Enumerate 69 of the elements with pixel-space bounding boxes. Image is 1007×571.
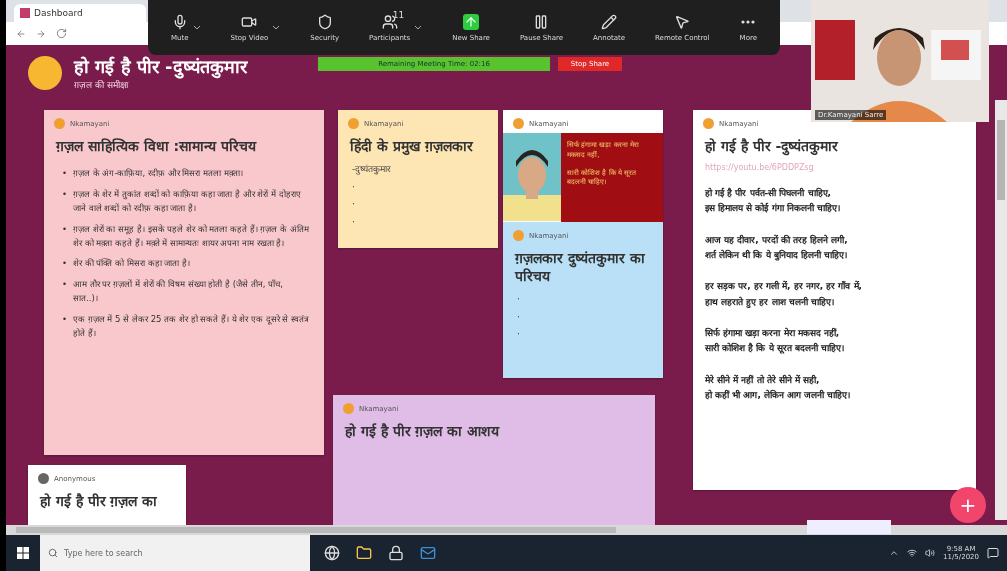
forward-icon[interactable]: [36, 28, 46, 39]
reload-icon[interactable]: [56, 28, 67, 39]
poem-stanza: मेरे सीने में नहीं तो तेरे सीने में सही, हो कहीं भी आग, लेकिन आग जलनी चाहिए।: [704, 373, 852, 402]
post-line: ·: [516, 310, 521, 324]
avatar-icon: [703, 118, 714, 129]
scrollbar-thumb[interactable]: [997, 120, 1005, 200]
post-line: ·: [516, 328, 521, 342]
post-line: ·: [351, 198, 356, 212]
shield-icon: [316, 13, 333, 30]
search-icon: [48, 548, 58, 558]
post-title: हो गई है पीर ग़ज़ल का आशय: [343, 422, 501, 441]
windows-icon[interactable]: [17, 547, 29, 559]
pencil-icon: [601, 13, 617, 30]
post-title: हिंदी के प्रमुख ग़ज़लकार: [348, 137, 475, 157]
lock-icon[interactable]: [388, 545, 404, 561]
bullet-marker: •: [62, 277, 67, 291]
speaker-icon[interactable]: [925, 548, 936, 558]
more-icon: [741, 19, 756, 24]
post-title: हो गई है पीर ग़ज़ल का: [38, 492, 159, 511]
browser-tab[interactable]: Dashboard: [14, 4, 146, 22]
board-title: हो गई है पीर -दुष्यंतकुमार: [74, 55, 247, 78]
bullet-marker: •: [62, 312, 67, 326]
mail-icon[interactable]: [420, 545, 436, 561]
post-line: ·: [351, 215, 356, 229]
emoji-icon: [28, 55, 62, 90]
search-field[interactable]: Type here to search: [40, 535, 310, 571]
avatar-icon: [54, 118, 65, 129]
post-line: -दुष्यंतकुमार: [351, 163, 393, 177]
post-bullet: शेर की पंक्ति को मिसरा कहा जाता है।: [73, 257, 190, 271]
pointer-icon: [674, 13, 691, 30]
post-card[interactable]: [44, 110, 324, 455]
scrollbar-thumb[interactable]: [16, 527, 616, 533]
poem-stanza: हर सड़क पर, हर गली में, हर नगर, हर गाँव में, हाथ लहराते हुए हर लाश चलनी चाहिए।: [704, 279, 863, 310]
board-subtitle: ग़ज़ल की समीक्षा: [74, 79, 130, 91]
back-icon[interactable]: [16, 28, 26, 39]
caret-icon[interactable]: [192, 24, 201, 31]
post-bullet: ग़ज़ल शेरों का समूह है। इसके पहले शेर को मतला कहते हैं। ग़ज़ल के अंतिम शेर को मक़्ता कहते हैं। मक़्ते में सामान्यतः शायर अपना नाम रखता है।: [73, 222, 310, 250]
post-bullet: एक ग़ज़ल में 5 से लेकर 25 तक शेर हो सकते हैं। ये शेर एक दूसरे से स्वतंत्र होते हैं।: [73, 312, 310, 341]
bullet-marker: •: [62, 167, 67, 181]
folder-icon[interactable]: [356, 545, 372, 561]
globe-icon[interactable]: [324, 545, 340, 561]
avatar-icon: [348, 118, 359, 129]
wifi-icon[interactable]: [907, 548, 918, 558]
bullet-marker: •: [62, 187, 67, 201]
post-line: ·: [351, 180, 356, 194]
avatar-icon: [343, 403, 354, 414]
bullet-marker: •: [62, 257, 67, 271]
post-bullet: आम तौर पर ग़ज़लों में शेरों की विषम संख्या होती है (जैसे तीन, पाँच, सात..)।: [73, 277, 284, 306]
chevron-icon[interactable]: [889, 548, 900, 558]
post-card[interactable]: [693, 110, 976, 490]
poem-stanza: आज यह दीवार, परदों की तरह हिलने लगी, शर्त लेकिन थी कि ये बुनियाद हिलनी चाहिए।: [704, 233, 849, 263]
avatar-icon: [38, 473, 49, 484]
caret-icon[interactable]: [272, 24, 281, 31]
participant-count: 11: [392, 9, 405, 20]
post-title: ग़ज़ल साहित्यिक विधा :सामान्य परिचय: [54, 137, 258, 156]
post-bullet: ग़ज़ल के अंग-काफ़िया, रदीफ़ और मिसरा मतला मक़्ता।: [73, 167, 243, 181]
avatar-icon: [513, 118, 524, 129]
post-line: ·: [516, 293, 521, 307]
post-bullet: ग़ज़ल के शेर में तुकांत शब्दों को काफ़िया कहा जाता है और शेरों में दोहराए जाने वाले शब्दों को रदीफ़ कहा जाता है।: [73, 187, 302, 216]
post-title: ग़ज़लकार दुष्यंतकुमार का परिचय: [513, 249, 646, 287]
avatar-icon: [513, 230, 524, 241]
notification-icon[interactable]: [987, 547, 999, 559]
favicon-icon: [20, 8, 30, 18]
share-icon: [463, 13, 480, 30]
poem-stanza: सिर्फ हंगामा खड़ा करना मेरा मकसद नहीं, सारी कोशिश है कि ये सूरत बदलनी चाहिए।: [704, 326, 845, 356]
bullet-marker: •: [62, 222, 67, 236]
post-title: हो गई है पीर -दुष्यंतकुमार: [703, 137, 840, 158]
caret-icon[interactable]: [414, 24, 423, 31]
poem-stanza: हो गई है पीर पर्वत-सी पिघलनी चाहिए, इस हिमालय से कोई गंगा निकलनी चाहिए।: [704, 186, 841, 216]
